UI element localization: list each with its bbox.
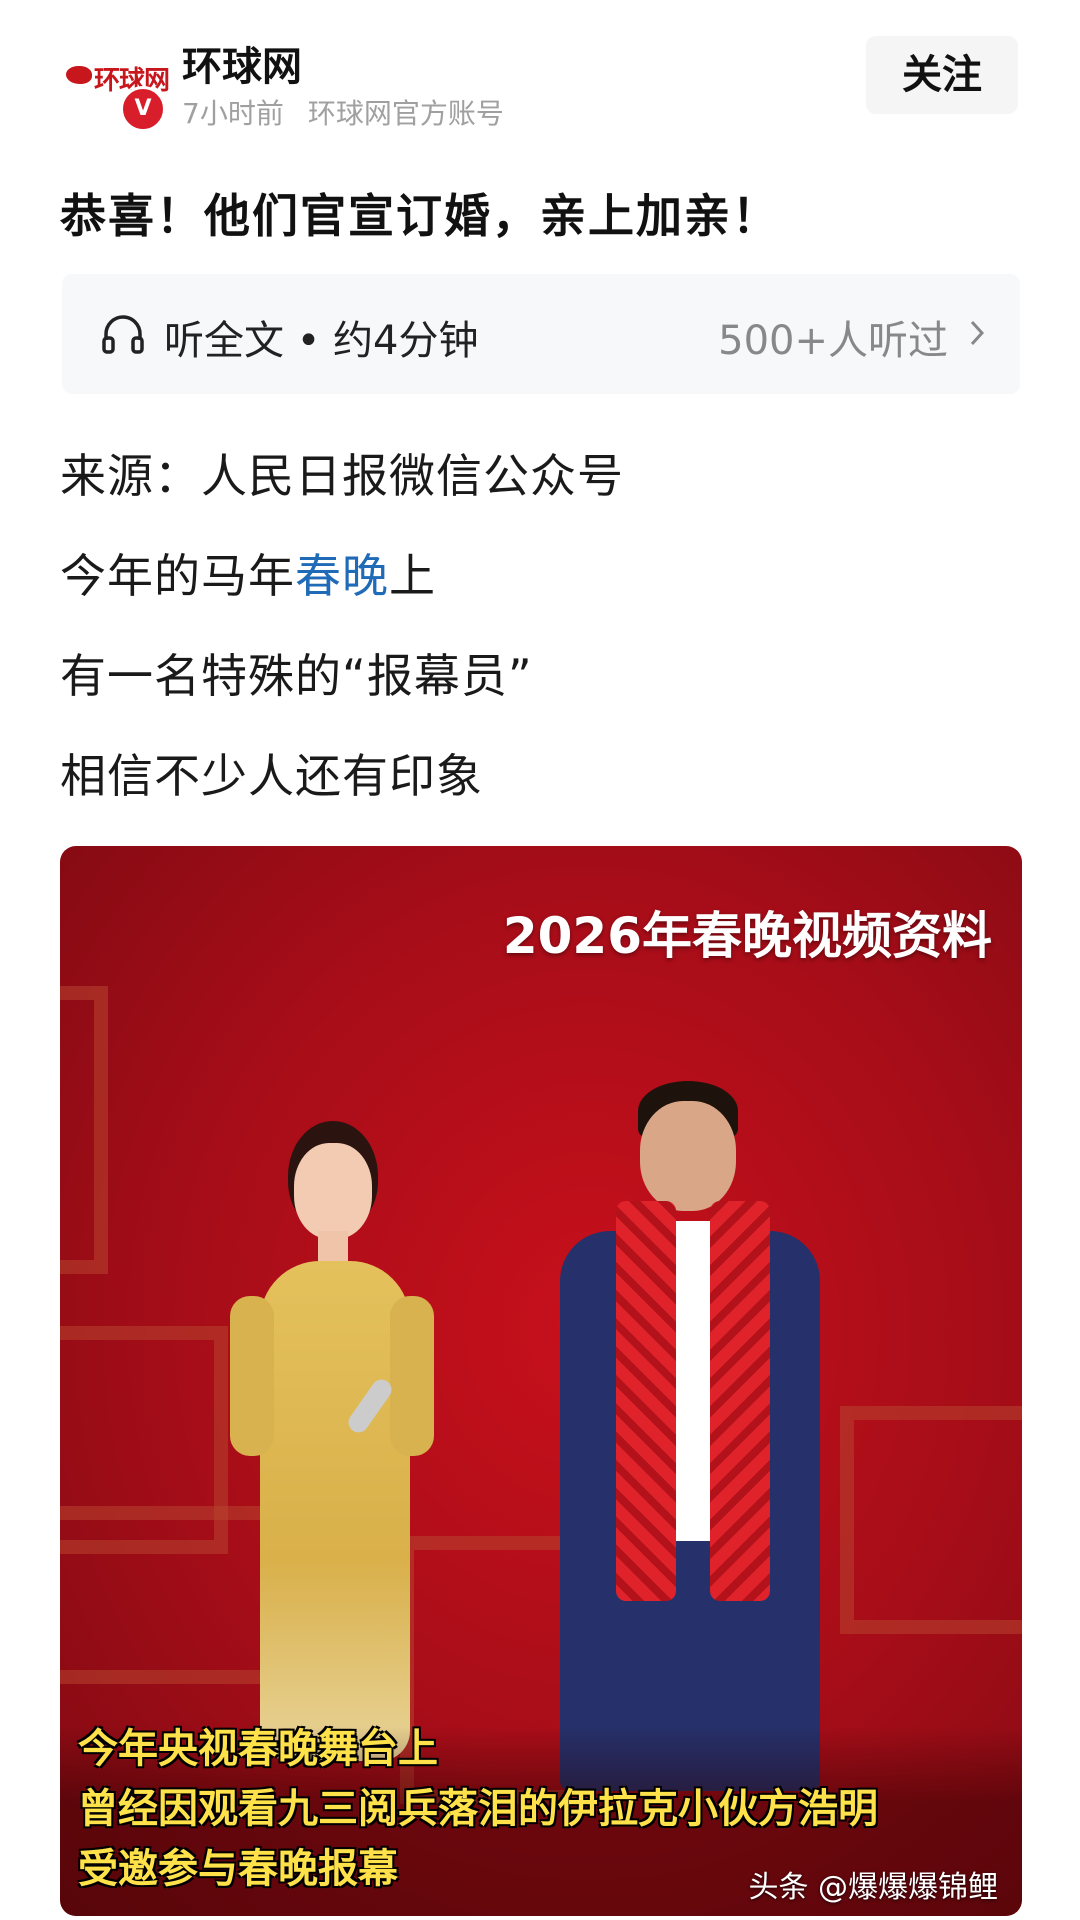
toutiao-watermark: 头条 @爆爆爆锦鲤: [748, 1870, 998, 1905]
listen-label: 听全文 • 约4分钟: [164, 318, 479, 364]
verified-badge: V: [120, 86, 166, 132]
listen-count: 500+人听过: [718, 318, 948, 364]
globe-logo-icon: [66, 66, 92, 84]
listen-full-article-bar[interactable]: 听全文 • 约4分钟 500+人听过: [62, 274, 1020, 394]
follow-button[interactable]: 关注: [866, 36, 1018, 114]
article-title: 恭喜！他们官宣订婚，亲上加亲！: [60, 189, 780, 243]
video-player[interactable]: 2026年春晚视频资料 今年央视春晚舞台上 曾经因观看九三阅兵落泪的伊拉克小伙方…: [60, 846, 1022, 1916]
account-avatar[interactable]: 环球网 V: [58, 42, 170, 144]
paragraph-source: 来源：人民日报微信公众号: [60, 449, 624, 503]
paragraph-text: 今年的马年: [60, 549, 295, 603]
female-host-figure: [230, 1121, 470, 1761]
stage-decoration: [840, 1406, 1022, 1634]
post-meta: 7小时前 环球网官方账号: [182, 92, 528, 132]
video-overlay-title: 2026年春晚视频资料: [502, 907, 992, 965]
account-type: 环球网官方账号: [307, 97, 504, 130]
paragraph-impression: 相信不少人还有印象: [60, 749, 483, 803]
post-time: 7小时前: [182, 97, 284, 130]
chevron-right-icon: [970, 320, 985, 346]
video-caption-line: 今年央视春晚舞台上: [78, 1726, 438, 1772]
video-caption-line: 受邀参与春晚报幕: [78, 1846, 398, 1892]
headphone-icon: [102, 315, 144, 354]
spring-gala-link[interactable]: 春晚: [295, 549, 389, 603]
paragraph-announcer: 有一名特殊的“报幕员”: [60, 649, 533, 703]
account-name[interactable]: 环球网: [182, 34, 302, 92]
paragraph-spring-gala: 今年的马年春晚上: [60, 540, 436, 606]
stage-decoration: [60, 986, 108, 1274]
male-guest-figure: [560, 1081, 840, 1791]
paragraph-text: 上: [389, 549, 436, 603]
article-header: 环球网 V 环球网 7小时前 环球网官方账号 关注: [0, 0, 1080, 144]
video-caption-line: 曾经因观看九三阅兵落泪的伊拉克小伙方浩明: [78, 1786, 878, 1832]
